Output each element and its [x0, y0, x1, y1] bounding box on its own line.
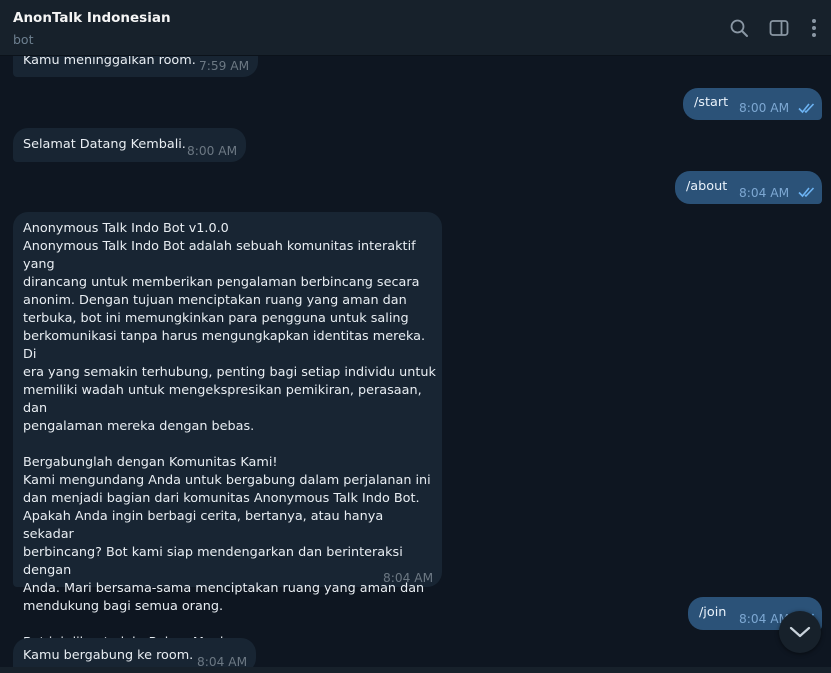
message-time: 8:04 AM: [739, 186, 790, 200]
chat-subtitle: bot: [13, 32, 34, 47]
search-icon[interactable]: [728, 17, 750, 39]
read-checkmark-icon: [798, 187, 815, 198]
message-incoming[interactable]: Anonymous Talk Indo Bot v1.0.0 Anonymous…: [13, 212, 442, 668]
message-outgoing[interactable]: /start 8:00 AM: [683, 88, 822, 120]
scroll-to-bottom-button[interactable]: [779, 611, 821, 653]
message-time: 7:59 AM: [199, 59, 250, 73]
message-time: 8:04 AM: [383, 571, 434, 585]
message-outgoing[interactable]: /about 8:04 AM: [675, 171, 822, 204]
read-checkmark-icon: [798, 103, 815, 114]
composer-edge: [0, 667, 831, 673]
sidebar-toggle-icon[interactable]: [768, 17, 790, 39]
message-text: /about: [686, 179, 728, 194]
chat-title[interactable]: AnonTalk Indonesian: [13, 10, 171, 26]
chat-header: AnonTalk Indonesian bot: [0, 0, 831, 56]
more-vertical-icon[interactable]: [803, 17, 825, 39]
message-time: 8:00 AM: [187, 144, 238, 158]
message-incoming[interactable]: Selamat Datang Kembali. 8:00 AM: [13, 128, 246, 162]
message-text: Kamu bergabung ke room.: [23, 648, 194, 663]
message-text: Selamat Datang Kembali.: [23, 137, 186, 152]
message-text: /join: [699, 605, 727, 620]
chevron-down-icon: [789, 626, 811, 638]
message-text: Anonymous Talk Indo Bot v1.0.0 Anonymous…: [23, 221, 436, 668]
message-time: 8:00 AM: [739, 101, 790, 115]
message-text: /start: [694, 95, 729, 110]
